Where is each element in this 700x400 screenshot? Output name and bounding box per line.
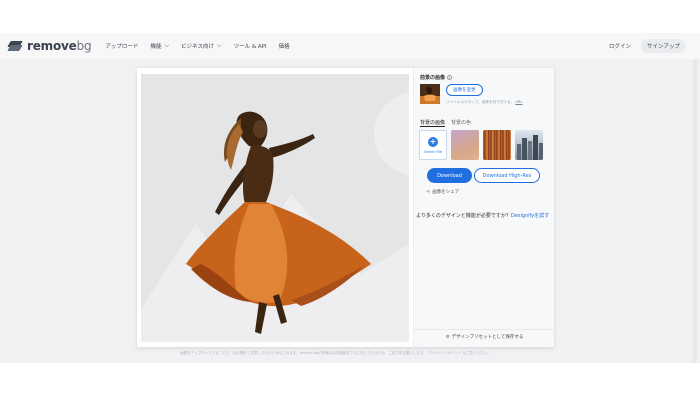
- logo-text: removebg: [27, 39, 92, 53]
- result-image: [141, 92, 409, 342]
- result-image-canvas[interactable]: [141, 74, 409, 342]
- bg-circle-shape: [374, 92, 409, 176]
- background-options: + Select File: [419, 130, 547, 160]
- save-preset-button[interactable]: ⚙ デザインプリセットとして保存する: [414, 334, 555, 341]
- plus-icon: +: [428, 136, 438, 147]
- url-link[interactable]: URL: [515, 100, 522, 104]
- background-option-curtain[interactable]: [483, 130, 511, 160]
- designify-link[interactable]: Designifyを試す: [511, 213, 549, 219]
- original-image-thumbnail[interactable]: [420, 84, 440, 104]
- select-file-label: Select File: [424, 149, 442, 154]
- nav-menu: アップロード 機能 ⌵ ビジネス向け ⌵ ツール & API 価格: [105, 42, 301, 50]
- share-link[interactable]: ⋖ 画像をシェア: [426, 189, 459, 195]
- share-label: 画像をシェア: [432, 190, 460, 195]
- tab-background-image[interactable]: 背景の画像: [420, 119, 446, 127]
- login-link[interactable]: ログイン: [609, 42, 631, 50]
- promo-text: より多くのデザインと機能が必要ですか？: [416, 213, 511, 219]
- save-preset-label: デザインプリセットとして保存する: [451, 335, 524, 340]
- nav-upload[interactable]: アップロード: [105, 42, 138, 50]
- chevron-down-icon: ⌵: [217, 42, 222, 49]
- editor-card: 前景の画像 i 画像を変更 ファイルのクロップ、画像を切り付ける。 URL 背景…: [137, 68, 555, 347]
- gear-icon: ⚙: [445, 334, 450, 340]
- background-tabs: 背景の画像 背景の色: [420, 119, 477, 127]
- download-high-res-button[interactable]: Download High-Res: [474, 168, 540, 183]
- tab-background-color[interactable]: 背景の色: [451, 119, 471, 127]
- info-icon[interactable]: i: [446, 75, 452, 80]
- nav-tools-api[interactable]: ツール & API: [234, 42, 267, 50]
- share-icon: ⋖: [426, 189, 431, 195]
- nav-features[interactable]: 機能 ⌵: [150, 42, 169, 50]
- download-button[interactable]: Download: [427, 168, 472, 183]
- designify-promo: より多くのデザインと機能が必要ですか？Designifyを試す: [416, 212, 549, 219]
- select-file-button[interactable]: + Select File: [419, 130, 447, 160]
- options-panel: 前景の画像 i 画像を変更 ファイルのクロップ、画像を切り付ける。 URL 背景…: [413, 68, 555, 347]
- removebg-logo-icon: [7, 41, 23, 51]
- logo[interactable]: removebg: [7, 39, 92, 53]
- change-image-button[interactable]: 画像を変更: [446, 84, 483, 96]
- panel-divider: [414, 329, 555, 330]
- scrollbar[interactable]: [693, 60, 697, 363]
- signup-button[interactable]: サインアップ: [640, 39, 686, 53]
- nav-business[interactable]: ビジネス向け ⌵: [181, 42, 222, 50]
- top-navbar: removebg アップロード 機能 ⌵ ビジネス向け ⌵ ツール & API 価格…: [0, 33, 700, 59]
- background-option-gradient[interactable]: [451, 130, 479, 160]
- nav-account: ログイン サインアップ: [609, 39, 686, 53]
- nav-pricing[interactable]: 価格: [279, 42, 290, 50]
- background-option-city[interactable]: [515, 130, 543, 160]
- chevron-down-icon: ⌵: [164, 42, 170, 49]
- original-image-title: 前景の画像 i: [420, 75, 452, 81]
- image-note: ファイルのクロップ、画像を切り付ける。 URL: [446, 100, 523, 104]
- upload-disclaimer: 画像をアップロードすることで、当社規約 に同意したものとみなされます。remov…: [180, 351, 491, 355]
